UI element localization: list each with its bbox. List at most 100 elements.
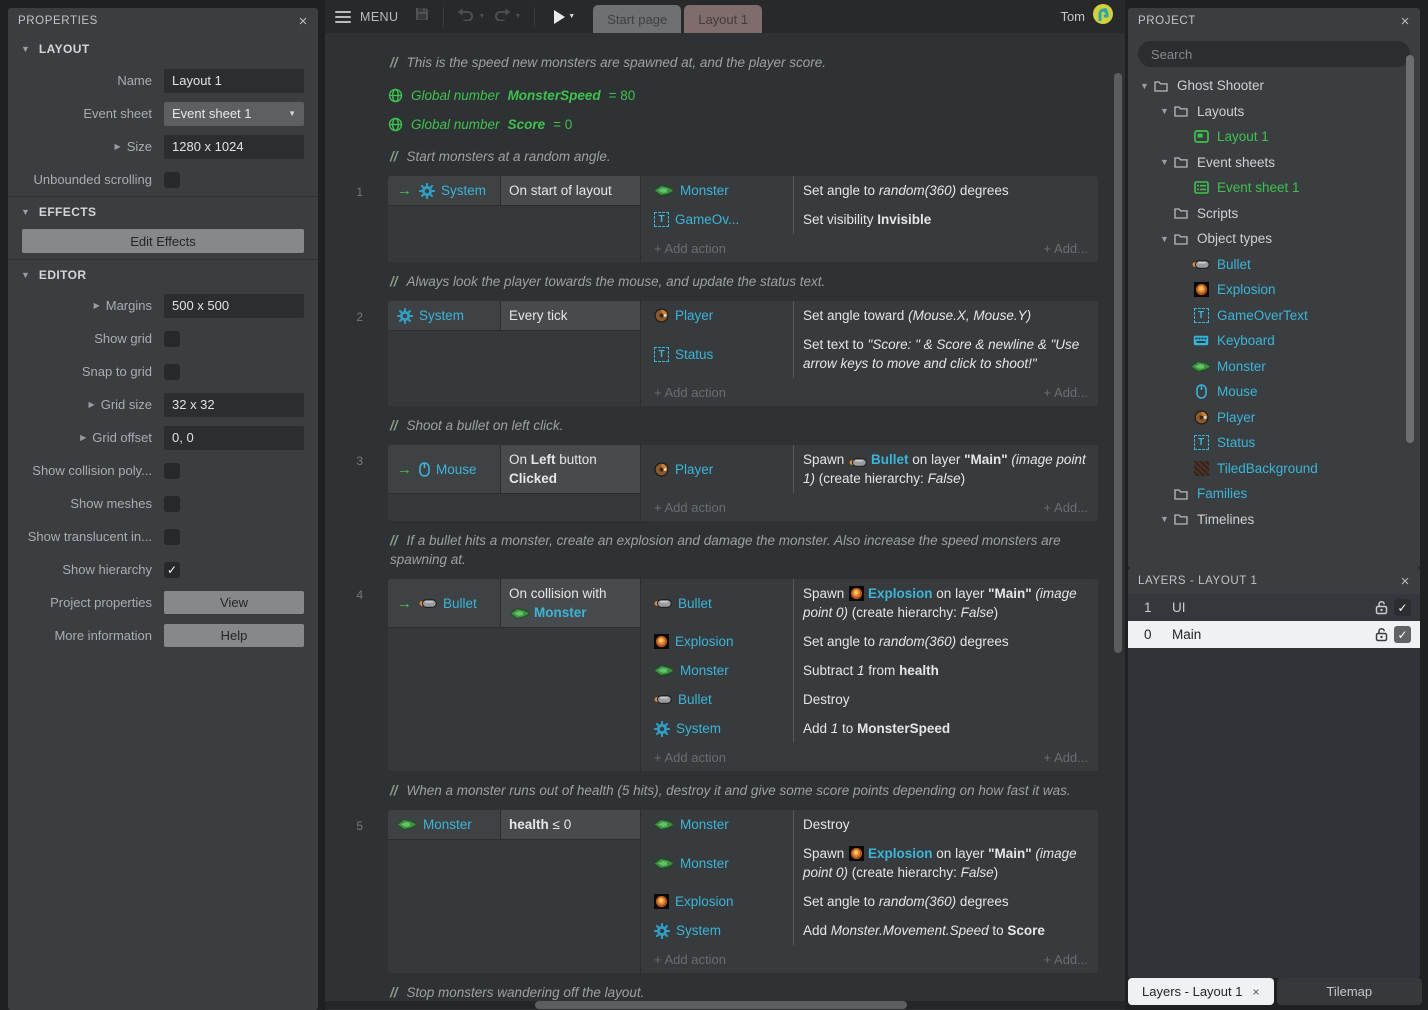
edit-effects-button[interactable]: Edit Effects (22, 229, 304, 253)
condition-text-cell[interactable]: health ≤ 0 (501, 810, 640, 840)
action-row[interactable]: MonsterSpawn Explosion on layer "Main" (… (641, 839, 1098, 887)
tree-item-event-sheet-1[interactable]: Event sheet 1 (1128, 175, 1420, 201)
layer-visible-checkbox[interactable]: ✓ (1394, 599, 1411, 616)
global-variable[interactable]: Global numberScore= 0 (388, 111, 1125, 137)
tree-item-explosion[interactable]: Explosion (1128, 277, 1420, 303)
unlock-icon[interactable] (1375, 627, 1388, 642)
user-area[interactable]: Tom (1060, 4, 1125, 29)
section-header-layout[interactable]: ▼LAYOUT (8, 34, 318, 64)
collapse-triangle-icon[interactable]: ▼ (1138, 81, 1151, 91)
tree-item-keyboard[interactable]: Keyboard (1128, 328, 1420, 354)
margins-field[interactable] (164, 294, 304, 318)
expand-triangle-icon[interactable]: ▶ (94, 301, 100, 310)
close-icon[interactable]: × (1252, 985, 1259, 999)
event-sheet-dropdown[interactable]: Event sheet 1▼ (164, 102, 304, 126)
vertical-scrollbar-thumb[interactable] (1114, 73, 1122, 653)
grid-offset-field[interactable] (164, 426, 304, 450)
tree-item-layouts[interactable]: ▼Layouts (1128, 99, 1420, 125)
search-input[interactable] (1138, 41, 1410, 67)
show-hierarchy-checkbox[interactable]: ✓ (164, 562, 180, 578)
expand-triangle-icon[interactable]: ▶ (115, 142, 121, 151)
project-scrollbar-thumb[interactable] (1406, 55, 1414, 443)
panel-tab-tilemap[interactable]: Tilemap (1277, 978, 1423, 1005)
show-collision-poly--checkbox[interactable] (164, 463, 180, 479)
add-action-link[interactable]: + Add action (654, 952, 726, 967)
unlock-icon[interactable] (1375, 600, 1388, 615)
size-field[interactable] (164, 135, 304, 159)
collapse-triangle-icon[interactable]: ▼ (1158, 514, 1171, 524)
tree-item-object-types[interactable]: ▼Object types (1128, 226, 1420, 252)
tree-item-mouse[interactable]: Mouse (1128, 379, 1420, 405)
action-row[interactable]: BulletSpawn Explosion on layer "Main" (i… (641, 579, 1098, 627)
preview-button[interactable]: ▼ (548, 10, 575, 24)
event-block[interactable]: SystemEvery tickPlayerSet angle toward (… (388, 301, 1098, 406)
action-row[interactable]: ExplosionSet angle to random(360) degree… (641, 627, 1098, 656)
add-link[interactable]: + Add... (1044, 750, 1088, 765)
event-block[interactable]: →SystemOn start of layoutMonsterSet angl… (388, 176, 1098, 262)
tree-item-tiledbackground[interactable]: TiledBackground (1128, 456, 1420, 482)
event-block[interactable]: →MouseOn Left button ClickedPlayerSpawn … (388, 445, 1098, 521)
action-row[interactable]: PlayerSet angle toward (Mouse.X, Mouse.Y… (641, 301, 1098, 330)
close-icon[interactable]: × (299, 14, 308, 29)
action-row[interactable]: MonsterDestroy (641, 810, 1098, 839)
action-row[interactable]: SystemAdd 1 to MonsterSpeed (641, 714, 1098, 743)
tree-item-player[interactable]: Player (1128, 405, 1420, 431)
close-icon[interactable]: × (1401, 14, 1410, 29)
event-block[interactable]: Monsterhealth ≤ 0MonsterDestroyMonsterSp… (388, 810, 1098, 973)
tree-item-ghost-shooter[interactable]: ▼Ghost Shooter (1128, 73, 1420, 99)
condition-object-cell[interactable]: Monster (388, 810, 501, 840)
action-row[interactable]: PlayerSpawn Bullet on layer "Main" (imag… (641, 445, 1098, 493)
show-translucent-in--checkbox[interactable] (164, 529, 180, 545)
condition-text-cell[interactable]: On Left button Clicked (501, 445, 640, 494)
show-meshes-checkbox[interactable] (164, 496, 180, 512)
collapse-triangle-icon[interactable]: ▼ (1158, 106, 1171, 116)
add-action-link[interactable]: + Add action (654, 385, 726, 400)
expand-triangle-icon[interactable]: ▶ (89, 400, 95, 409)
action-row[interactable]: ExplosionSet angle to random(360) degree… (641, 887, 1098, 916)
unbounded-scrolling-checkbox[interactable] (164, 172, 180, 188)
redo-button[interactable]: ▼ (493, 8, 521, 26)
add-action-link[interactable]: + Add action (654, 241, 726, 256)
action-row[interactable]: MonsterSubtract 1 from health (641, 656, 1098, 685)
tab-start-page[interactable]: Start page (593, 5, 681, 33)
layer-row-ui[interactable]: 1UI✓ (1128, 594, 1420, 621)
action-row[interactable]: BulletDestroy (641, 685, 1098, 714)
condition-object-cell[interactable]: →Mouse (388, 445, 501, 494)
condition-object-cell[interactable]: →Bullet (388, 579, 501, 628)
help-button[interactable]: Help (164, 624, 304, 647)
action-row[interactable]: TStatusSet text to "Score: " & Score & n… (641, 330, 1098, 378)
tree-item-status[interactable]: TStatus (1128, 430, 1420, 456)
layer-visible-checkbox[interactable]: ✓ (1394, 626, 1411, 643)
tree-item-bullet[interactable]: Bullet (1128, 252, 1420, 278)
condition-object-cell[interactable]: →System (388, 176, 501, 206)
expand-triangle-icon[interactable]: ▶ (80, 433, 86, 442)
view-button[interactable]: View (164, 591, 304, 614)
menu-button[interactable]: MENU (360, 10, 398, 24)
tab-layout-1[interactable]: Layout 1 (684, 5, 762, 33)
condition-object-cell[interactable]: System (388, 301, 501, 331)
hamburger-menu-icon[interactable] (335, 11, 351, 23)
tree-item-families[interactable]: Families (1128, 481, 1420, 507)
horizontal-scrollbar-thumb[interactable] (535, 1001, 907, 1009)
event-block[interactable]: →BulletOn collision with MonsterBulletSp… (388, 579, 1098, 771)
collapse-triangle-icon[interactable]: ▼ (1158, 157, 1171, 167)
tree-item-scripts[interactable]: Scripts (1128, 201, 1420, 227)
undo-button[interactable]: ▼ (457, 8, 485, 26)
action-row[interactable]: MonsterSet angle to random(360) degrees (641, 176, 1098, 205)
condition-text-cell[interactable]: Every tick (501, 301, 640, 331)
tree-item-monster[interactable]: Monster (1128, 354, 1420, 380)
condition-text-cell[interactable]: On start of layout (501, 176, 640, 206)
add-link[interactable]: + Add... (1044, 500, 1088, 515)
show-grid-checkbox[interactable] (164, 331, 180, 347)
save-button[interactable] (414, 6, 430, 27)
close-icon[interactable]: × (1401, 574, 1410, 589)
tree-item-timelines[interactable]: ▼Timelines (1128, 507, 1420, 533)
condition-text-cell[interactable]: On collision with Monster (501, 579, 640, 628)
action-row[interactable]: SystemAdd Monster.Movement.Speed to Scor… (641, 916, 1098, 945)
section-header-editor[interactable]: ▼EDITOR (8, 259, 318, 289)
collapse-triangle-icon[interactable]: ▼ (1158, 234, 1171, 244)
tree-item-event-sheets[interactable]: ▼Event sheets (1128, 150, 1420, 176)
tree-item-gameovertext[interactable]: TGameOverText (1128, 303, 1420, 329)
layer-row-main[interactable]: 0Main✓ (1128, 621, 1420, 648)
add-action-link[interactable]: + Add action (654, 750, 726, 765)
